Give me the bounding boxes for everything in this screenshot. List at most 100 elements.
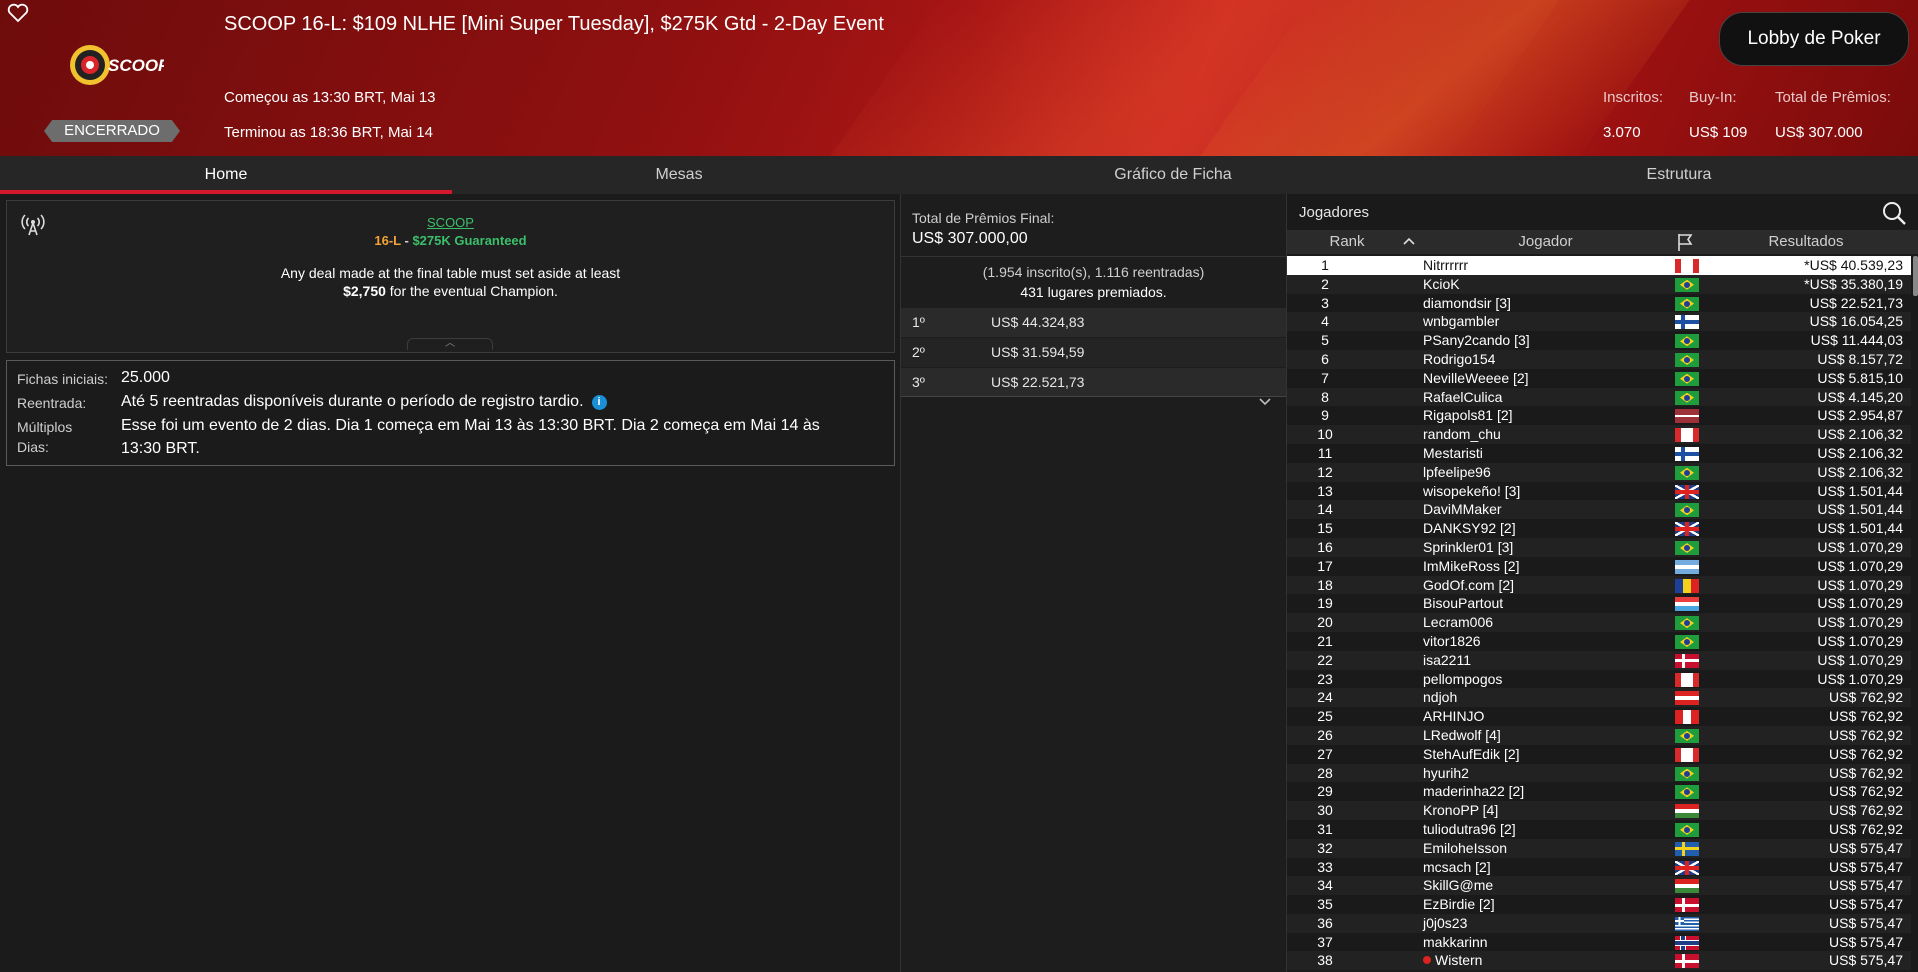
country-flag-icon bbox=[1675, 578, 1699, 593]
country-flag-icon bbox=[1675, 954, 1699, 969]
player-row[interactable]: 36 j0j0s23 US$ 575,47 bbox=[1287, 913, 1911, 933]
player-name-text: DANKSY92 [2] bbox=[1423, 520, 1516, 537]
country-flag-icon bbox=[1675, 540, 1699, 555]
player-name-text: pellompogos bbox=[1423, 670, 1503, 687]
player-name: KcioK bbox=[1423, 275, 1460, 294]
player-row[interactable]: 21 vitor1826 US$ 1.070,29 bbox=[1287, 632, 1911, 651]
player-row[interactable]: 37 makkarinn US$ 575,47 bbox=[1287, 933, 1911, 952]
promo-subtitle: 16-L - $275K Guaranteed bbox=[7, 233, 894, 248]
player-result: US$ 1.070,29 bbox=[1817, 557, 1903, 574]
player-row[interactable]: 14 DaviMMaker US$ 1.501,44 bbox=[1287, 500, 1911, 520]
player-row[interactable]: 27 StehAufEdik [2] US$ 762,92 bbox=[1287, 745, 1911, 764]
country-flag-icon bbox=[1675, 428, 1699, 443]
player-row[interactable]: 26 LRedwolf [4] US$ 762,92 bbox=[1287, 725, 1911, 745]
player-row[interactable]: 5 PSany2cando [3] US$ 11.444,03 bbox=[1287, 331, 1911, 350]
sort-ascending-icon[interactable] bbox=[1401, 233, 1417, 249]
player-name-text: Mestaristi bbox=[1423, 444, 1483, 461]
country-flag-icon bbox=[1675, 616, 1699, 631]
player-row[interactable]: 10 random_chu US$ 2.106,32 bbox=[1287, 425, 1911, 444]
player-row[interactable]: 23 pellompogos US$ 1.070,29 bbox=[1287, 670, 1911, 689]
prize-amount: US$ 22.521,73 bbox=[991, 374, 1085, 390]
player-result: US$ 1.070,29 bbox=[1817, 651, 1903, 668]
player-result: US$ 575,47 bbox=[1829, 933, 1903, 950]
player-row[interactable]: 29 maderinha22 [2] US$ 762,92 bbox=[1287, 782, 1911, 801]
poker-lobby-button[interactable]: Lobby de Poker bbox=[1719, 12, 1909, 66]
player-result: US$ 575,47 bbox=[1829, 952, 1903, 969]
tab-tables[interactable]: Mesas bbox=[452, 156, 906, 194]
favorite-heart-icon[interactable] bbox=[7, 3, 29, 23]
player-row[interactable]: 22 isa2211 US$ 1.070,29 bbox=[1287, 650, 1911, 670]
player-row[interactable]: 34 SkillG@me US$ 575,47 bbox=[1287, 876, 1911, 896]
player-row[interactable]: 9 Rigapols81 [2] US$ 2.954,87 bbox=[1287, 406, 1911, 425]
player-row[interactable]: 12 lpfeelipe96 US$ 2.106,32 bbox=[1287, 462, 1911, 482]
rank-column-header[interactable]: Rank bbox=[1287, 230, 1407, 254]
player-name-text: ImMikeRoss [2] bbox=[1423, 557, 1520, 574]
player-row[interactable]: 28 hyurih2 US$ 762,92 bbox=[1287, 763, 1911, 783]
country-flag-icon bbox=[1675, 446, 1699, 461]
player-result: US$ 762,92 bbox=[1829, 820, 1903, 837]
reentry-label: Reentrada: bbox=[17, 395, 87, 411]
player-row[interactable]: 19 BisouPartout US$ 1.070,29 bbox=[1287, 594, 1911, 613]
player-row[interactable]: 6 Rodrigo154 US$ 8.157,72 bbox=[1287, 349, 1911, 369]
player-result: US$ 2.106,32 bbox=[1817, 463, 1903, 480]
player-row[interactable]: 20 Lecram006 US$ 1.070,29 bbox=[1287, 613, 1911, 632]
player-row[interactable]: 2 KcioK *US$ 35.380,19 bbox=[1287, 274, 1911, 294]
player-column-header[interactable]: Jogador bbox=[1423, 230, 1668, 254]
search-icon[interactable] bbox=[1881, 200, 1907, 226]
player-rank: 10 bbox=[1317, 426, 1333, 443]
reentry-value: Até 5 reentradas disponíveis durante o p… bbox=[121, 393, 607, 411]
player-name: ndjoh bbox=[1423, 688, 1457, 707]
player-result: US$ 762,92 bbox=[1829, 802, 1903, 819]
multiday-label-line-2: Dias: bbox=[17, 439, 49, 455]
player-rank: 14 bbox=[1317, 501, 1333, 518]
players-list: 1 Nitrrrrrr *US$ 40.539,23 2 KcioK *US$ 35.38… bbox=[1287, 256, 1911, 972]
country-flag-icon bbox=[1675, 672, 1699, 687]
player-row[interactable]: 32 EmiloheIsson US$ 575,47 bbox=[1287, 838, 1911, 858]
player-row[interactable]: 18 GodOf.com [2] US$ 1.070,29 bbox=[1287, 575, 1911, 595]
country-flag-icon bbox=[1675, 879, 1699, 894]
player-name: LRedwolf [4] bbox=[1423, 726, 1501, 745]
player-row[interactable]: 17 ImMikeRoss [2] US$ 1.070,29 bbox=[1287, 557, 1911, 576]
player-row[interactable]: 3 diamondsir [3] US$ 22.521,73 bbox=[1287, 294, 1911, 313]
player-row[interactable]: 1 Nitrrrrrr *US$ 40.539,23 bbox=[1287, 256, 1911, 275]
player-row[interactable]: 15 DANKSY92 [2] US$ 1.501,44 bbox=[1287, 519, 1911, 538]
players-title: Jogadores bbox=[1299, 204, 1370, 221]
info-icon[interactable]: i bbox=[591, 395, 607, 410]
tab-structure[interactable]: Estrutura bbox=[1440, 156, 1918, 194]
player-row[interactable]: 24 ndjoh US$ 762,92 bbox=[1287, 688, 1911, 708]
player-row[interactable]: 4 wnbgambler US$ 16.054,25 bbox=[1287, 312, 1911, 332]
player-row[interactable]: 35 EzBirdie [2] US$ 575,47 bbox=[1287, 895, 1911, 914]
tab-home[interactable]: Home bbox=[0, 156, 452, 194]
player-row[interactable]: 11 Mestaristi US$ 2.106,32 bbox=[1287, 444, 1911, 463]
player-row[interactable]: 30 KronoPP [4] US$ 762,92 bbox=[1287, 801, 1911, 820]
player-rank: 18 bbox=[1317, 576, 1333, 593]
scoop-link[interactable]: SCOOP bbox=[7, 215, 894, 230]
player-row[interactable]: 8 RafaelCulica US$ 4.145,20 bbox=[1287, 387, 1911, 407]
player-rank: 21 bbox=[1317, 632, 1333, 649]
tab-chip-graph[interactable]: Gráfico de Ficha bbox=[906, 156, 1440, 194]
expand-prizes-chevron-icon[interactable] bbox=[1258, 396, 1276, 410]
player-name-text: EzBirdie [2] bbox=[1423, 896, 1495, 913]
player-name-text: DaviMMaker bbox=[1423, 501, 1502, 518]
prize-row: 2º US$ 31.594,59 bbox=[901, 338, 1286, 367]
player-row[interactable]: 13 wisopekeño! [3] US$ 1.501,44 bbox=[1287, 482, 1911, 501]
player-row[interactable]: 7 NevilleWeeee [2] US$ 5.815,10 bbox=[1287, 369, 1911, 388]
player-row[interactable]: 31 tuliodutra96 [2] US$ 762,92 bbox=[1287, 820, 1911, 839]
players-scrollbar[interactable] bbox=[1913, 256, 1918, 296]
player-row[interactable]: 25 ARHINJO US$ 762,92 bbox=[1287, 707, 1911, 726]
tab-bar: Home Mesas Gráfico de Ficha Estrutura bbox=[0, 156, 1918, 194]
player-rank: 33 bbox=[1317, 858, 1333, 875]
player-result: US$ 1.070,29 bbox=[1817, 614, 1903, 631]
player-row[interactable]: 33 mcsach [2] US$ 575,47 bbox=[1287, 858, 1911, 877]
end-time: Terminou as 18:36 BRT, Mai 14 bbox=[224, 124, 433, 141]
country-flag-icon bbox=[1675, 296, 1699, 311]
player-row[interactable]: 16 Sprinkler01 [3] US$ 1.070,29 bbox=[1287, 537, 1911, 557]
player-row[interactable]: 38 Wistern US$ 575,47 bbox=[1287, 951, 1911, 971]
player-name: makkarinn bbox=[1423, 933, 1488, 952]
collapse-promo-button[interactable]: ︿ bbox=[407, 338, 493, 350]
player-result: US$ 575,47 bbox=[1829, 839, 1903, 856]
player-name: Rigapols81 [2] bbox=[1423, 406, 1513, 425]
results-column-header[interactable]: Resultados bbox=[1703, 230, 1909, 254]
flag-column-icon[interactable] bbox=[1675, 232, 1695, 252]
player-name-text: vitor1826 bbox=[1423, 632, 1481, 649]
